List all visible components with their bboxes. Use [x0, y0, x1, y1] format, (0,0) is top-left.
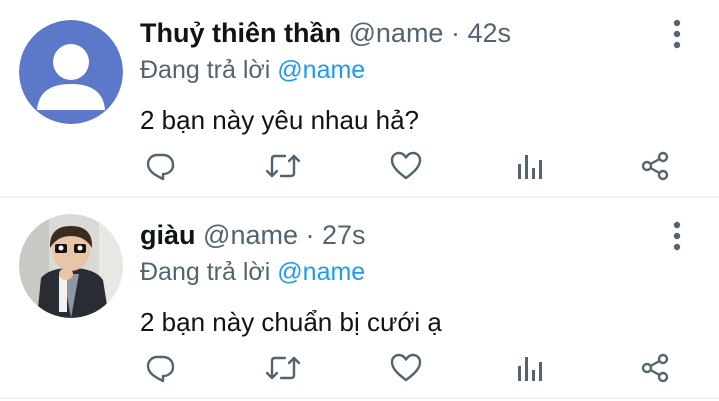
- timestamp[interactable]: 27s: [322, 220, 366, 250]
- separator: ·: [450, 18, 460, 48]
- display-name[interactable]: Thuỷ thiên thần: [140, 18, 341, 48]
- views-icon[interactable]: [510, 348, 550, 388]
- retweet-icon[interactable]: [263, 146, 303, 186]
- user-handle[interactable]: @name: [203, 220, 298, 250]
- tweet-actions: [140, 146, 679, 186]
- more-icon[interactable]: [667, 16, 687, 52]
- tweet-header: Thuỷ thiên thần @name · 42s: [140, 16, 659, 50]
- like-icon[interactable]: [386, 146, 426, 186]
- tweet[interactable]: giàu @name · 27s Đang trả lời @name 2 bạ…: [0, 198, 719, 399]
- replying-to-label: Đang trả lời: [140, 258, 271, 286]
- replying-to-label: Đang trả lời: [140, 56, 271, 84]
- user-handle[interactable]: @name: [349, 18, 444, 48]
- share-icon[interactable]: [635, 146, 675, 186]
- tweet-content: Thuỷ thiên thần @name · 42s Đang trả lời…: [140, 16, 659, 137]
- retweet-icon[interactable]: [263, 348, 303, 388]
- more-icon[interactable]: [667, 218, 687, 254]
- share-icon[interactable]: [635, 348, 675, 388]
- tweet[interactable]: Thuỷ thiên thần @name · 42s Đang trả lời…: [0, 0, 719, 198]
- reply-icon[interactable]: [140, 146, 180, 186]
- avatar[interactable]: [19, 214, 123, 318]
- like-icon[interactable]: [386, 348, 426, 388]
- divider: [0, 397, 719, 399]
- tweet-text: 2 bạn này yêu nhau hả?: [140, 105, 420, 135]
- separator: ·: [305, 220, 315, 250]
- reply-mention-link[interactable]: @name: [277, 56, 365, 84]
- tweet-content: giàu @name · 27s Đang trả lời @name 2 bạ…: [140, 218, 659, 339]
- tweet-text: 2 bạn này chuẩn bị cưới ạ: [140, 307, 442, 337]
- avatar[interactable]: [19, 20, 123, 124]
- tweet-header: giàu @name · 27s: [140, 218, 659, 252]
- reply-mention-link[interactable]: @name: [277, 258, 365, 286]
- display-name[interactable]: giàu: [140, 220, 196, 250]
- reply-icon[interactable]: [140, 348, 180, 388]
- replying-to: Đang trả lời @name: [140, 255, 659, 289]
- tweet-actions: [140, 348, 679, 388]
- replying-to: Đang trả lời @name: [140, 53, 659, 87]
- views-icon[interactable]: [510, 146, 550, 186]
- timestamp[interactable]: 42s: [467, 18, 511, 48]
